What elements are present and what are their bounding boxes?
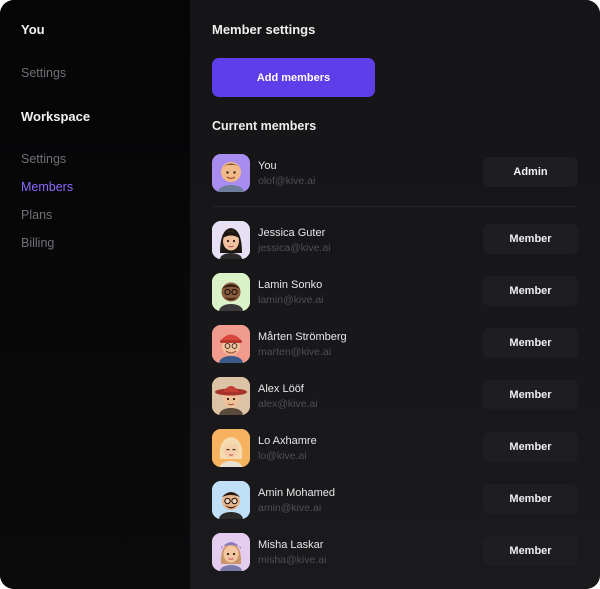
role-button[interactable]: Member (483, 224, 578, 254)
member-name: Misha Laskar (258, 539, 324, 551)
member-email: amin@kive.ai (258, 502, 322, 514)
member-name: Lamin Sonko (258, 279, 323, 291)
member-row: You olof@kive.ai Admin (212, 150, 578, 206)
memoji-marten-icon (212, 325, 250, 363)
member-row: Amin Mohamed amin@kive.ai Member (212, 477, 578, 529)
memoji-misha-icon (212, 533, 250, 571)
sidebar-heading-you: You (21, 22, 45, 37)
page-title: Member settings (212, 22, 316, 37)
sidebar: You Settings Workspace Settings Members … (0, 0, 190, 589)
current-members-heading: Current members (212, 119, 317, 133)
member-row: Misha Laskar misha@kive.ai Member (212, 529, 578, 581)
sidebar-item-members[interactable]: Members (21, 180, 73, 194)
sidebar-heading-workspace: Workspace (21, 109, 91, 124)
member-row: Lamin Sonko lamin@kive.ai Member (212, 269, 578, 321)
role-button[interactable]: Member (483, 432, 578, 462)
role-button[interactable]: Member (483, 484, 578, 514)
member-row: Alex Lööf alex@kive.ai Member (212, 373, 578, 425)
member-email: lamin@kive.ai (258, 294, 324, 306)
memoji-jessica-icon (212, 221, 250, 259)
main-panel: Member settings Add members Current memb… (190, 0, 600, 589)
sidebar-item-plans[interactable]: Plans (21, 208, 52, 222)
add-members-button[interactable]: Add members (212, 58, 375, 97)
member-name: Alex Lööf (258, 383, 304, 395)
role-button[interactable]: Member (483, 380, 578, 410)
member-name: Amin Mohamed (258, 487, 336, 499)
memoji-you-icon (212, 154, 250, 192)
role-button[interactable]: Member (483, 536, 578, 566)
role-button[interactable]: Member (483, 276, 578, 306)
member-email: alex@kive.ai (258, 398, 318, 410)
sidebar-item-you-settings[interactable]: Settings (21, 66, 66, 80)
sidebar-item-billing[interactable]: Billing (21, 236, 54, 250)
sidebar-item-workspace-settings[interactable]: Settings (21, 152, 66, 166)
memoji-alex-icon (212, 377, 250, 415)
memoji-lamin-icon (212, 273, 250, 311)
member-name: You (258, 160, 277, 172)
role-button[interactable]: Admin (483, 157, 578, 187)
memoji-lo-icon (212, 429, 250, 467)
member-list: You olof@kive.ai Admin Jessica Guter jes… (212, 150, 578, 581)
member-email: misha@kive.ai (258, 554, 327, 566)
member-name: Lo Axhamre (258, 435, 317, 447)
settings-window: You Settings Workspace Settings Members … (0, 0, 600, 589)
member-row: Mårten Strömberg marten@kive.ai Member (212, 321, 578, 373)
member-row: Jessica Guter jessica@kive.ai Member (212, 217, 578, 269)
member-name: Mårten Strömberg (258, 331, 347, 343)
memoji-amin-icon (212, 481, 250, 519)
member-email: olof@kive.ai (258, 175, 316, 187)
member-email: jessica@kive.ai (258, 242, 331, 254)
member-name: Jessica Guter (258, 227, 326, 239)
role-button[interactable]: Member (483, 328, 578, 358)
member-row: Lo Axhamre lo@kive.ai Member (212, 425, 578, 477)
member-email: marten@kive.ai (258, 346, 332, 358)
divider (212, 206, 578, 207)
member-email: lo@kive.ai (258, 450, 307, 462)
